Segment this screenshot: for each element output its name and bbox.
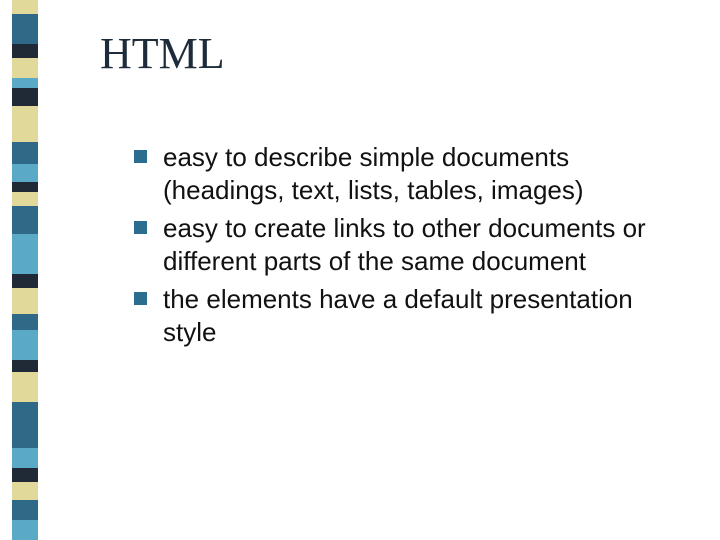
- sidebar-segment: [12, 44, 38, 58]
- sidebar-segment: [12, 274, 38, 288]
- sidebar-segment: [12, 164, 38, 182]
- sidebar-segment: [12, 234, 38, 274]
- sidebar-segment: [12, 182, 38, 192]
- sidebar-segment: [12, 78, 38, 88]
- sidebar-segment: [12, 314, 38, 330]
- list-item: the elements have a default presentation…: [134, 283, 690, 348]
- sidebar-segment: [12, 142, 38, 164]
- square-bullet-icon: [134, 150, 147, 163]
- sidebar-segment: [12, 468, 38, 482]
- sidebar-segment: [12, 372, 38, 402]
- bullet-text: easy to create links to other documents …: [163, 212, 690, 277]
- decorative-sidebar: [12, 0, 38, 540]
- sidebar-segment: [12, 58, 38, 78]
- bullet-text: easy to describe simple documents (headi…: [163, 141, 690, 206]
- slide: HTML easy to describe simple documents (…: [0, 0, 720, 540]
- bullet-list: easy to describe simple documents (headi…: [100, 141, 700, 348]
- sidebar-segment: [12, 402, 38, 448]
- sidebar-segment: [12, 14, 38, 44]
- square-bullet-icon: [134, 221, 147, 234]
- list-item: easy to create links to other documents …: [134, 212, 690, 277]
- bullet-text: the elements have a default presentation…: [163, 283, 690, 348]
- list-item: easy to describe simple documents (headi…: [134, 141, 690, 206]
- sidebar-segment: [12, 482, 38, 500]
- sidebar-segment: [12, 360, 38, 372]
- sidebar-segment: [12, 88, 38, 106]
- sidebar-segment: [12, 520, 38, 540]
- sidebar-segment: [12, 206, 38, 234]
- sidebar-segment: [12, 0, 38, 14]
- sidebar-segment: [12, 448, 38, 468]
- sidebar-segment: [12, 106, 38, 142]
- sidebar-segment: [12, 192, 38, 206]
- sidebar-segment: [12, 500, 38, 520]
- sidebar-segment: [12, 288, 38, 314]
- slide-content: HTML easy to describe simple documents (…: [100, 28, 700, 354]
- square-bullet-icon: [134, 292, 147, 305]
- sidebar-segment: [12, 330, 38, 360]
- slide-title: HTML: [100, 28, 700, 79]
